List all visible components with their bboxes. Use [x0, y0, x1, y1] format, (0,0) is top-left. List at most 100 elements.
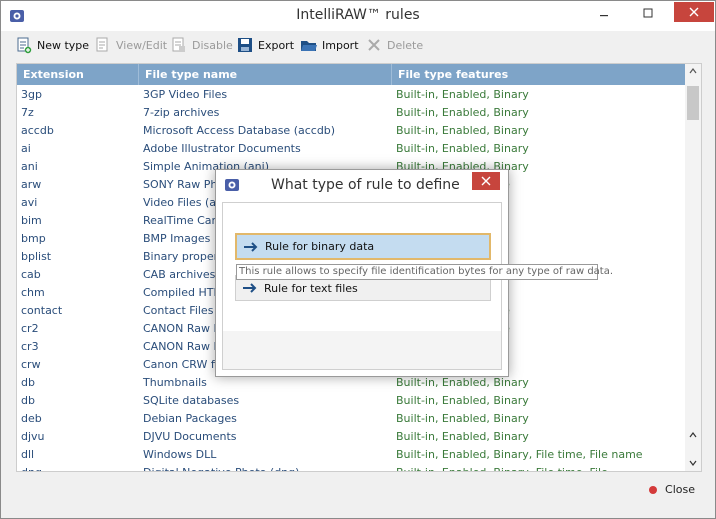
- dialog-app-icon: [225, 179, 239, 191]
- maximize-button[interactable]: [633, 1, 663, 25]
- cell-file-type-features: Built-in, Enabled, Binary: [396, 88, 529, 101]
- cell-extension: djvu: [21, 430, 45, 443]
- disable-button[interactable]: Disable: [170, 35, 233, 55]
- view-edit-label: View/Edit: [116, 38, 168, 52]
- cell-extension: db: [21, 394, 35, 407]
- cell-file-type-name: Windows DLL: [143, 448, 217, 461]
- table-row[interactable]: accdb Microsoft Access Database (accdb) Bu…: [17, 122, 686, 140]
- view-edit-button[interactable]: View/Edit: [94, 35, 167, 55]
- dialog-close-button[interactable]: [472, 172, 500, 190]
- header-extension[interactable]: Extension: [17, 64, 139, 85]
- cell-extension: ani: [21, 160, 38, 173]
- cell-file-type-features: Built-in, Enabled, Binary, File time, Fi…: [396, 448, 643, 461]
- scrollbar-thumb[interactable]: [687, 86, 699, 120]
- cell-file-type-name: Microsoft Access Database (accdb): [143, 124, 336, 137]
- arrow-right-icon: [244, 241, 258, 252]
- cell-extension: bplist: [21, 250, 52, 263]
- disable-document-icon: [172, 37, 185, 52]
- table-row[interactable]: dll Windows DLL Built-in, Enabled, Binary,…: [17, 446, 686, 464]
- import-label: Import: [322, 38, 359, 52]
- arrow-right-icon: [243, 283, 257, 293]
- minimize-icon: [600, 15, 608, 17]
- cell-file-type-features: Built-in, Enabled, Binary: [396, 124, 529, 137]
- table-row[interactable]: dngDigital Negative Photo (dng)Built-in,…: [17, 464, 686, 471]
- minimize-button[interactable]: [589, 1, 619, 25]
- maximize-icon: [643, 8, 653, 18]
- dialog-title-bar: What type of rule to define: [216, 170, 508, 200]
- cell-file-type-features: Built-in, Enabled, Binary: [396, 106, 529, 119]
- open-folder-icon: [301, 41, 317, 51]
- close-dot-icon: [649, 485, 658, 494]
- cell-extension: 7z: [21, 106, 34, 119]
- delete-button[interactable]: Delete: [365, 35, 423, 55]
- window-close-button[interactable]: [674, 2, 714, 22]
- new-type-label: New type: [37, 38, 90, 52]
- rule-text-label: Rule for text files: [264, 281, 358, 295]
- cell-extension: chm: [21, 286, 45, 299]
- cell-extension: cr3: [21, 340, 39, 353]
- cell-extension: ai: [21, 142, 31, 155]
- cell-extension: crw: [21, 358, 41, 371]
- rule-binary-label: Rule for binary data: [265, 240, 375, 253]
- cell-file-type-name: SQLite databases: [143, 394, 240, 407]
- table-row[interactable]: deb Debian Packages Built-in, Enabled, Bin…: [17, 410, 686, 428]
- close-icon: [689, 7, 699, 17]
- delete-icon: [368, 39, 380, 51]
- cell-file-type-name: Digital Negative Photo (dng): [139, 464, 392, 471]
- table-row[interactable]: ai Adobe Illustrator Documents Built-in, E…: [17, 140, 686, 158]
- cell-extension: cab: [21, 268, 41, 281]
- edit-document-icon: [96, 37, 108, 52]
- close-label: Close: [665, 483, 695, 496]
- cell-extension: bmp: [21, 232, 46, 245]
- save-icon: [238, 38, 252, 52]
- binary-option-tooltip: This rule allows to specify file identif…: [236, 264, 613, 280]
- toolbar: New type View/Edit Disable Export Import…: [1, 31, 715, 59]
- cell-file-type-name: 7-zip archives: [143, 106, 220, 119]
- table-row[interactable]: 7z 7-zip archives Built-in, Enabled, Binar…: [17, 104, 686, 122]
- table-row[interactable]: db SQLite databases Built-in, Enabled, Bin…: [17, 392, 686, 410]
- cell-file-type-features: Built-in, Enabled, Binary, File time, Fi…: [392, 464, 686, 471]
- cell-extension: db: [21, 376, 35, 389]
- chevron-down-icon[interactable]: [689, 460, 697, 466]
- cell-file-type-name: DJVU Documents: [143, 430, 237, 443]
- cell-file-type-features: Built-in, Enabled, Binary: [396, 412, 529, 425]
- close-button[interactable]: Close: [649, 483, 695, 496]
- table-row[interactable]: djvu DJVU Documents Built-in, Enabled, Bin…: [17, 428, 686, 446]
- cell-file-type-features: Built-in, Enabled, Binary: [396, 394, 529, 407]
- delete-label: Delete: [387, 38, 424, 52]
- cell-extension: dll: [21, 448, 35, 461]
- cell-file-type-name: Adobe Illustrator Documents: [143, 142, 301, 155]
- cell-file-type-name: Debian Packages: [143, 412, 237, 425]
- cell-extension: accdb: [21, 124, 54, 137]
- cell-extension: cr2: [21, 322, 39, 335]
- export-button[interactable]: Export: [236, 35, 294, 55]
- dialog-body: Rule for binary data Rule for text files: [222, 202, 502, 370]
- rule-binary-option[interactable]: Rule for binary data: [235, 233, 491, 260]
- cell-extension: deb: [21, 412, 42, 425]
- cell-extension: avi: [21, 196, 38, 209]
- import-button[interactable]: Import: [300, 35, 359, 55]
- dialog-title: What type of rule to define: [271, 177, 460, 193]
- disable-label: Disable: [192, 38, 233, 52]
- new-type-button[interactable]: New type: [15, 35, 89, 55]
- header-file-type-name[interactable]: File type name: [139, 64, 392, 85]
- cell-extension: contact: [21, 304, 63, 317]
- header-file-type-features[interactable]: File type features: [392, 64, 686, 85]
- cell-file-type-features: Built-in, Enabled, Binary: [396, 430, 529, 443]
- cell-file-type-name: 3GP Video Files: [143, 88, 228, 101]
- vertical-scrollbar[interactable]: [685, 64, 701, 471]
- scroll-up-icon[interactable]: [689, 68, 697, 74]
- title-bar: IntelliRAW™ rules: [1, 1, 715, 31]
- table-row[interactable]: 3gp 3GP Video Files Built-in, Enabled, Bin…: [17, 86, 686, 104]
- export-label: Export: [258, 38, 295, 52]
- footer: Close: [1, 473, 715, 518]
- close-icon: [481, 176, 491, 186]
- new-document-icon: [17, 37, 32, 54]
- table-header: Extension File type name File type featu…: [17, 64, 686, 85]
- cell-extension: 3gp: [21, 88, 42, 101]
- cell-extension: dng: [17, 464, 139, 471]
- cell-file-type-features: Built-in, Enabled, Binary: [396, 142, 529, 155]
- cell-extension: arw: [21, 178, 42, 191]
- chevron-up-icon[interactable]: [689, 432, 697, 438]
- cell-extension: bim: [21, 214, 42, 227]
